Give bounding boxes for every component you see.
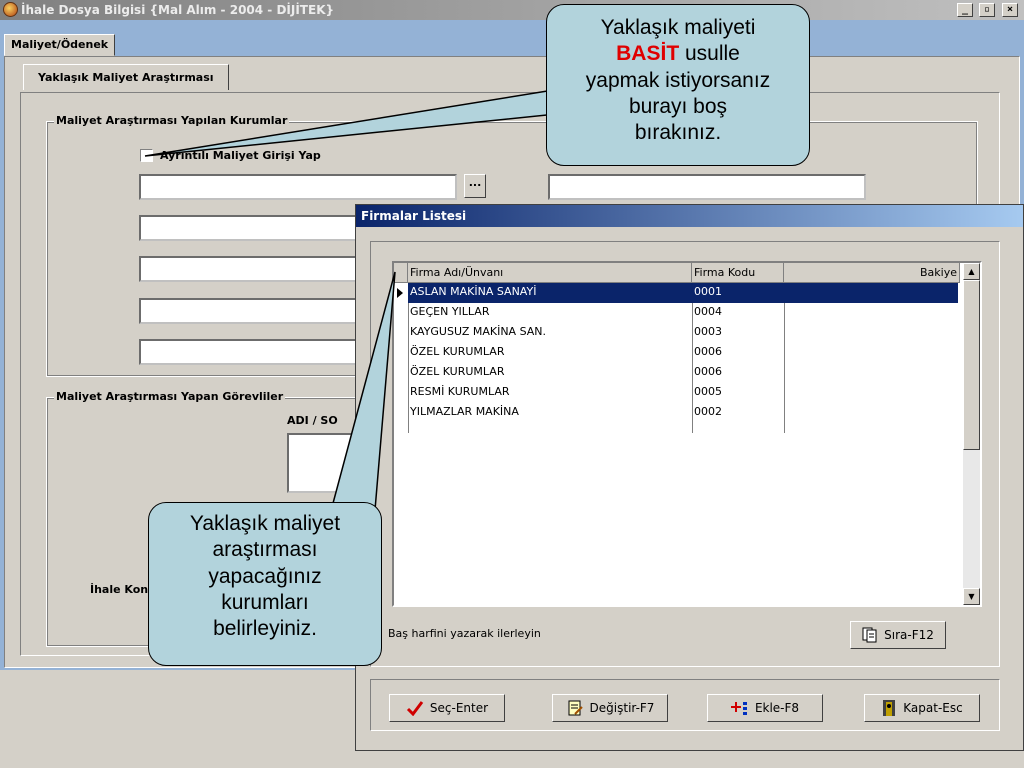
sec-enter-label: Seç-Enter [429,701,489,715]
firmalar-listesi-dialog: Firmalar Listesi Firma Adı/Ünvanı Firma … [355,204,1024,751]
tab-yaklasik-maliyet[interactable]: Yaklaşık Maliyet Araştırması [23,64,229,90]
cell-firma-kodu: 0005 [694,385,722,398]
callout-top-line5: bırakınız. [634,121,722,144]
row-indicator-icon [397,288,403,298]
sira-button[interactable]: Sıra-F12 [850,621,946,649]
cell-firma-adi: ASLAN MAKİNA SANAYİ [410,285,537,298]
callout-bottom-line1: Yaklaşık maliyet [189,512,341,535]
close-button[interactable]: × [1002,3,1018,17]
cell-firma-adi: RESMİ KURUMLAR [410,385,510,398]
kurum-field-2[interactable] [139,215,369,241]
callout-bottom-line2: araştırması [212,538,318,562]
add-icon [730,702,747,715]
minimize-button[interactable]: _ [957,3,973,17]
table-row[interactable]: ÖZEL KURUMLAR 0006 [408,343,958,363]
firma-grid: Firma Adı/Ünvanı Firma Kodu Bakiye ASLAN… [392,261,982,607]
scroll-thumb[interactable] [963,280,980,450]
table-row[interactable]: ASLAN MAKİNA SANAYİ 0001 [408,283,958,303]
hint-callout-kurumlar: Yaklaşık maliyet araştırması yapacağınız… [148,502,382,666]
edit-document-icon [568,700,583,716]
cell-firma-kodu: 0002 [694,405,722,418]
scroll-down-icon[interactable]: ▼ [963,588,980,605]
callout-top-line3: yapmak istiyorsanız [585,68,771,92]
column-header-bakiye[interactable]: Bakiye [784,263,960,283]
hint-text: Baş harfini yazarak ilerleyin [388,627,541,640]
hint-callout-basit: Yaklaşık maliyeti BASİT usulle yapmak is… [546,4,810,166]
kurum-field-4[interactable] [139,298,369,324]
callout-top-line4: burayı boş [628,94,728,118]
table-row[interactable]: RESMİ KURUMLAR 0005 [408,383,958,403]
table-row[interactable]: ÖZEL KURUMLAR 0006 [408,363,958,383]
scroll-up-icon[interactable]: ▲ [963,263,980,280]
column-header-firma-kodu[interactable]: Firma Kodu [692,263,784,283]
ihale-komisyon-label: İhale Kon [90,583,149,596]
grid-scrollbar[interactable]: ▲ ▼ [963,263,980,605]
cell-firma-adi: ÖZEL KURUMLAR [410,365,505,378]
tab-maliyet-odenek[interactable]: Maliyet/Ödenek [4,34,116,56]
cell-firma-adi: ÖZEL KURUMLAR [410,345,505,358]
cell-firma-adi: KAYGUSUZ MAKİNA SAN. [410,325,547,338]
exit-door-icon [883,700,896,716]
checkmark-icon [406,701,424,716]
ekle-button[interactable]: Ekle-F8 [707,694,823,722]
callout-bottom-line4: kurumları [221,590,309,614]
kapat-label: Kapat-Esc [903,701,963,715]
table-row[interactable]: KAYGUSUZ MAKİNA SAN. 0003 [408,323,958,343]
documents-icon [862,627,877,643]
table-row[interactable]: GEÇEN YILLAR 0004 [408,303,958,323]
gorevliler-group-label: Maliyet Araştırması Yapan Görevliler [54,390,286,403]
cell-firma-adi: YILMAZLAR MAKİNA [410,405,519,418]
kapat-button[interactable]: Kapat-Esc [864,694,980,722]
cell-firma-kodu: 0001 [694,285,722,298]
grid-indicator-header [394,263,408,283]
ekle-label: Ekle-F8 [754,701,800,715]
ayrintili-maliyet-label: Ayrıntılı Maliyet Girişi Yap [160,149,321,162]
cell-firma-kodu: 0004 [694,305,722,318]
ayrintili-maliyet-checkbox[interactable] [140,149,153,162]
maximize-button[interactable]: ▫ [979,3,995,17]
degistir-label: Değiştir-F7 [589,701,655,715]
cell-firma-kodu: 0003 [694,325,722,338]
adi-soyadi-label: ADI / SO [287,414,338,427]
table-row[interactable]: YILMAZLAR MAKİNA 0002 [408,403,958,423]
kurumlar-group-label: Maliyet Araştırması Yapılan Kurumlar [54,114,290,127]
kurum-field-5[interactable] [139,339,369,365]
callout-top-line2-rest: usulle [679,42,740,66]
callout-bottom-line3: yapacağınız [208,564,322,588]
cell-firma-kodu: 0006 [694,345,722,358]
kurum-field-right[interactable] [548,174,866,200]
callout-top-line1: Yaklaşık maliyeti [600,16,756,39]
window-title-bar: İhale Dosya Bilgisi {Mal Alım - 2004 - D… [0,0,1024,20]
callout-emphasis: BASİT [616,42,680,66]
column-header-firma-adi[interactable]: Firma Adı/Ünvanı [408,263,692,283]
kurum-field-1[interactable] [139,174,457,200]
degistir-button[interactable]: Değiştir-F7 [552,694,668,722]
app-icon [3,2,18,17]
cell-firma-adi: GEÇEN YILLAR [410,305,490,318]
callout-top-line2: BASİT usulle [547,41,809,67]
kurum-field-3[interactable] [139,256,369,282]
sec-enter-button[interactable]: Seç-Enter [389,694,505,722]
browse-button[interactable]: ... [464,174,486,198]
window-title: İhale Dosya Bilgisi {Mal Alım - 2004 - D… [21,3,335,17]
callout-bottom-line5: belirleyiniz. [213,617,317,640]
cell-firma-kodu: 0006 [694,365,722,378]
dialog-title: Firmalar Listesi [356,205,1023,227]
sira-button-label: Sıra-F12 [884,628,934,642]
